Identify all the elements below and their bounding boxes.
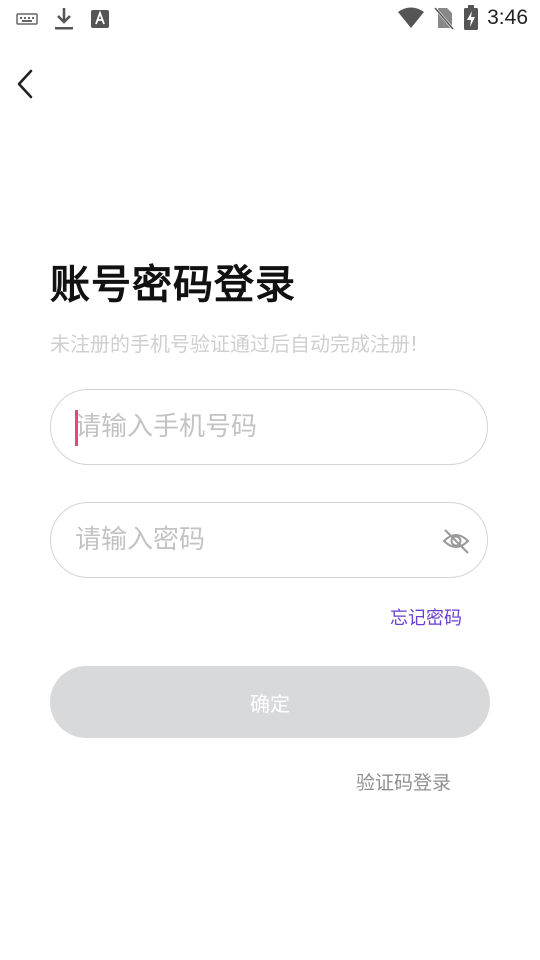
register-hint: 未注册的手机号验证通过后自动完成注册!	[50, 332, 419, 356]
no-sim-icon	[434, 7, 455, 30]
wifi-icon	[398, 7, 425, 28]
code-login-link[interactable]: 验证码登录	[356, 768, 451, 795]
status-left-icons	[16, 6, 110, 32]
download-icon	[55, 8, 73, 30]
password-field[interactable]	[50, 502, 488, 578]
text-cursor	[75, 410, 78, 446]
password-input[interactable]	[75, 503, 415, 577]
phone-field[interactable]	[50, 389, 488, 465]
status-bar: 3:46	[0, 0, 540, 36]
confirm-button[interactable]: 确定	[50, 666, 490, 738]
phone-input[interactable]	[75, 390, 415, 464]
status-right-icons: 3:46	[397, 5, 528, 31]
back-button[interactable]	[10, 64, 40, 104]
status-time: 3:46	[487, 6, 528, 29]
chevron-left-icon	[17, 69, 33, 99]
battery-charging-icon	[464, 5, 479, 30]
page-title: 账号密码登录	[50, 262, 296, 308]
forgot-password-link[interactable]: 忘记密码	[390, 604, 462, 630]
keyboard-icon	[16, 13, 38, 25]
eye-off-icon[interactable]	[441, 527, 471, 555]
font-app-icon	[91, 10, 109, 28]
